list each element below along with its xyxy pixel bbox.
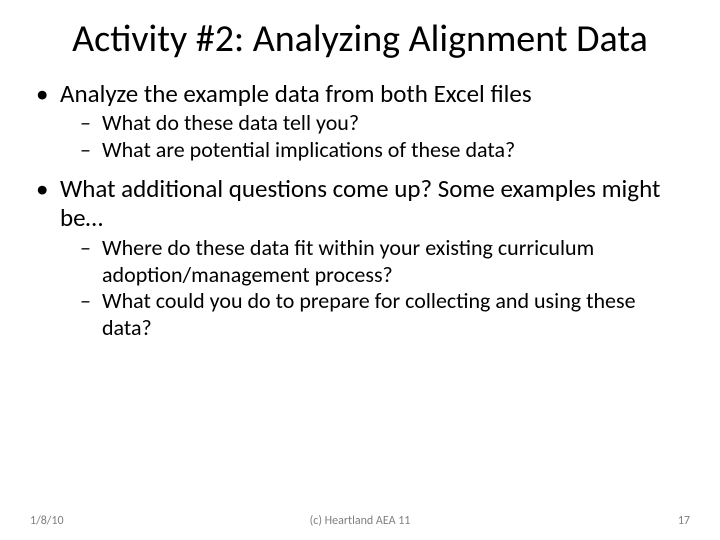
bullet-list-level2: What do these data tell you? What are po… <box>60 110 690 164</box>
bullet-list-level1: Analyze the example data from both Excel… <box>30 79 690 342</box>
sub-bullet-text: What do these data tell you? <box>102 109 359 136</box>
sub-bullet-item: What are potential implications of these… <box>80 137 690 164</box>
sub-bullet-item: What could you do to prepare for collect… <box>80 288 690 342</box>
sub-bullet-item: What do these data tell you? <box>80 110 690 137</box>
sub-bullet-item: Where do these data fit within your exis… <box>80 235 690 289</box>
bullet-list-level2: Where do these data fit within your exis… <box>60 235 690 342</box>
footer-copyright: (c) Heartland AEA 11 <box>0 514 720 528</box>
footer-date: 1/8/10 <box>30 514 64 528</box>
slide-body: Analyze the example data from both Excel… <box>30 79 690 342</box>
slide: Activity #2: Analyzing Alignment Data An… <box>0 0 720 540</box>
sub-bullet-text: Where do these data fit within your exis… <box>102 234 594 288</box>
bullet-text: Analyze the example data from both Excel… <box>60 78 532 109</box>
sub-bullet-text: What could you do to prepare for collect… <box>102 287 636 341</box>
bullet-item: What additional questions come up? Some … <box>30 174 690 342</box>
slide-footer: 1/8/10 (c) Heartland AEA 11 17 <box>0 514 720 528</box>
slide-title: Activity #2: Analyzing Alignment Data <box>30 18 690 61</box>
footer-page-number: 17 <box>678 514 690 528</box>
sub-bullet-text: What are potential implications of these… <box>102 136 515 163</box>
bullet-item: Analyze the example data from both Excel… <box>30 79 690 164</box>
bullet-text: What additional questions come up? Some … <box>60 173 660 234</box>
